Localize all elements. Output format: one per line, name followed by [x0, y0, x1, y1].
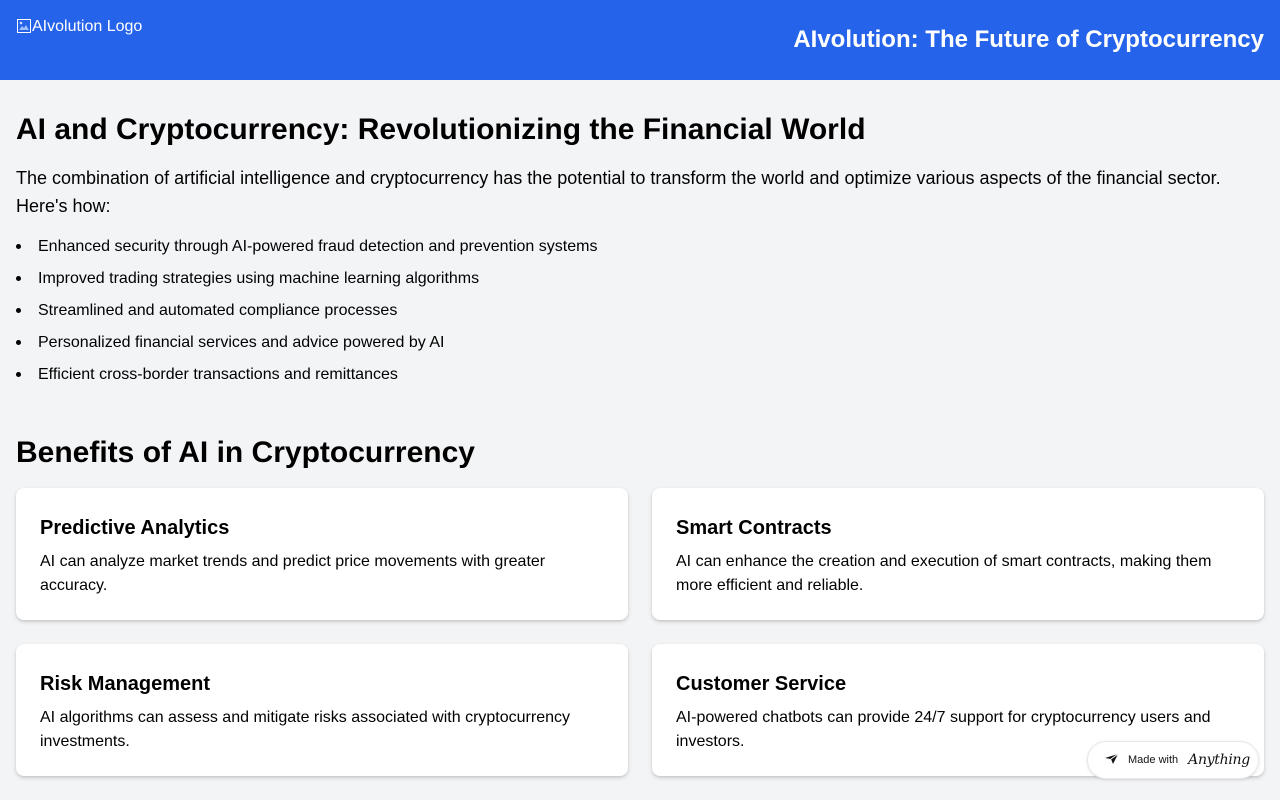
card-title: Predictive Analytics — [40, 517, 230, 539]
list-item-text: Efficient cross-border transactions and … — [38, 366, 398, 383]
site-title: AIvolution: The Future of Cryptocurrency — [793, 26, 1264, 53]
benefit-card-risk-management: Risk Management AI algorithms can assess… — [16, 644, 628, 776]
site-header: AIvolution Logo AIvolution: The Future o… — [0, 0, 1280, 80]
bullet-icon — [16, 340, 21, 345]
intro-paragraph: The combination of artificial intelligen… — [16, 168, 1221, 216]
bullet-icon — [16, 276, 21, 281]
card-title: Risk Management — [40, 673, 211, 695]
anything-logo-icon — [1104, 753, 1120, 768]
intro-heading: AI and Cryptocurrency: Revolutionizing t… — [16, 113, 866, 146]
list-item-text: Improved trading strategies using machin… — [38, 270, 480, 287]
list-item: Improved trading strategies using machin… — [16, 266, 1256, 298]
broken-image-icon — [16, 18, 32, 34]
card-title: Smart Contracts — [676, 517, 832, 539]
list-item: Efficient cross-border transactions and … — [16, 362, 1256, 394]
card-text: AI algorithms can assess and mitigate ri… — [40, 709, 570, 750]
benefit-card-predictive-analytics: Predictive Analytics AI can analyze mark… — [16, 488, 628, 620]
card-text: AI can analyze market trends and predict… — [40, 553, 546, 594]
list-item-text: Enhanced security through AI-powered fra… — [38, 238, 598, 255]
list-item-text: Personalized financial services and advi… — [38, 334, 445, 351]
logo-alt-text: AIvolution Logo — [32, 18, 143, 35]
benefit-card-smart-contracts: Smart Contracts AI can enhance the creat… — [652, 488, 1264, 620]
bullet-icon — [16, 244, 21, 249]
made-with-anything-badge[interactable]: Made with Anything — [1087, 741, 1259, 779]
list-item: Streamlined and automated compliance pro… — [16, 298, 1256, 330]
badge-prefix: Made with — [1128, 754, 1179, 766]
card-title: Customer Service — [676, 673, 847, 695]
list-item: Enhanced security through AI-powered fra… — [16, 234, 1256, 266]
badge-brand: Anything — [1188, 752, 1250, 768]
list-item-text: Streamlined and automated compliance pro… — [38, 302, 398, 319]
bullet-icon — [16, 308, 21, 313]
site-logo[interactable]: AIvolution Logo — [16, 17, 142, 37]
feature-list: Enhanced security through AI-powered fra… — [16, 234, 1256, 394]
bullet-icon — [16, 372, 21, 377]
benefits-heading: Benefits of AI in Cryptocurrency — [16, 436, 475, 469]
card-text: AI can enhance the creation and executio… — [676, 553, 1212, 594]
list-item: Personalized financial services and advi… — [16, 330, 1256, 362]
